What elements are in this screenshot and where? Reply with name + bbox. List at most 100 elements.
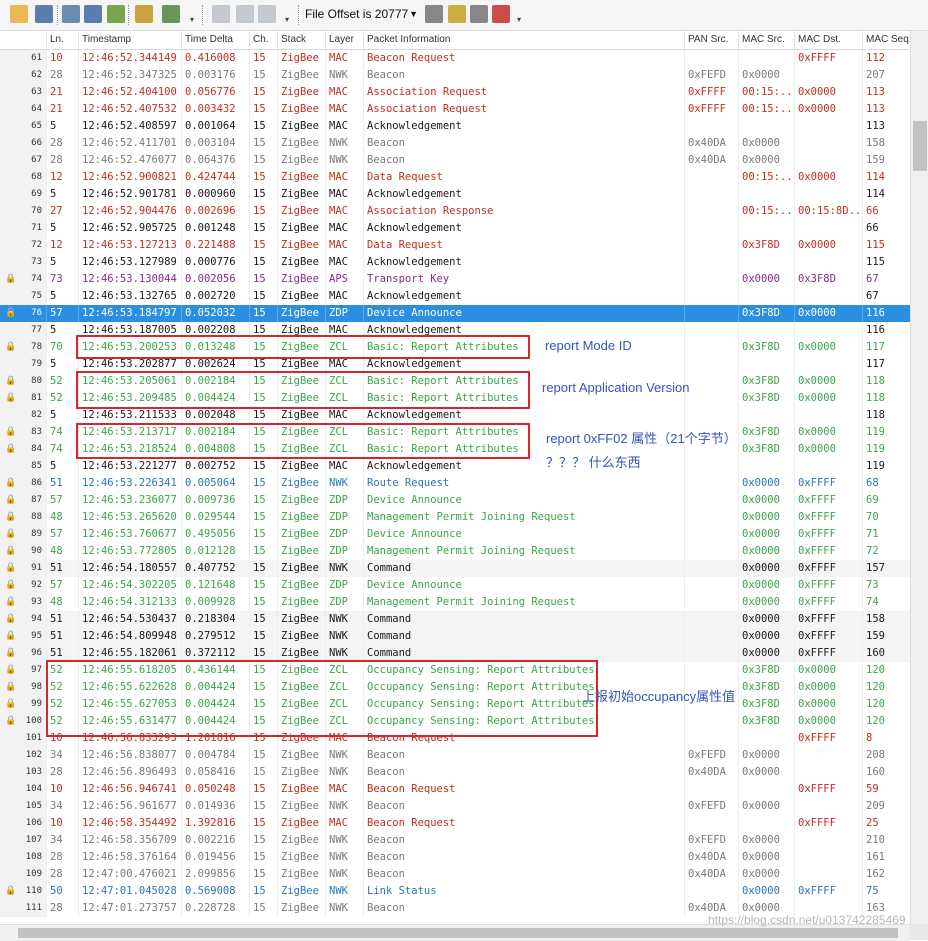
previous-icon[interactable] <box>236 5 254 23</box>
cell-pan <box>684 492 738 509</box>
vertical-scroll-thumb[interactable] <box>913 121 927 171</box>
column-header-mdst[interactable]: MAC Dst. <box>794 31 862 49</box>
table-row[interactable]: 🔒 74 73 12:46:53.130044 0.002056 15 ZigBee APS T… <box>0 271 910 288</box>
cell-msrc: 00:15:.. <box>738 84 794 101</box>
table-row[interactable]: 🔒 110 50 12:47:01.045028 0.569008 15 ZigBee NWK… <box>0 883 910 900</box>
cell-ch: 15 <box>249 101 277 118</box>
table-row[interactable]: 67 28 12:46:52.476077 0.064376 15 ZigBee NWK Be… <box>0 152 910 169</box>
cell-ln: 21 <box>46 101 78 118</box>
table-row[interactable]: 106 10 12:46:58.354492 1.392816 15 ZigBee MAC B… <box>0 815 910 832</box>
table-row[interactable]: 68 12 12:46:52.900821 0.424744 15 ZigBee MAC Da… <box>0 169 910 186</box>
cell-layer: NWK <box>325 883 363 900</box>
table-row[interactable]: 🔒 92 57 12:46:54.302205 0.121648 15 ZigBee ZDP D… <box>0 577 910 594</box>
table-row[interactable]: 61 10 12:46:52.344149 0.416008 15 ZigBee MAC Be… <box>0 50 910 67</box>
cell-idx: 🔒 93 <box>0 594 46 611</box>
table-row[interactable]: 63 21 12:46:52.404100 0.056776 15 ZigBee MAC As… <box>0 84 910 101</box>
column-header-info[interactable]: Packet Information <box>363 31 684 49</box>
table-row[interactable]: 85 5 12:46:53.221277 0.002752 15 ZigBee MAC Ack… <box>0 458 910 475</box>
cell-ts: 12:46:52.347325 <box>78 67 181 84</box>
table-row[interactable]: 🔒 89 57 12:46:53.760677 0.495056 15 ZigBee ZDP D… <box>0 526 910 543</box>
table-row[interactable]: 🔒 86 51 12:46:53.226341 0.005064 15 ZigBee NWK R… <box>0 475 910 492</box>
gear-icon[interactable] <box>162 5 180 23</box>
table-row[interactable]: 104 10 12:46:56.946741 0.050248 15 ZigBee MAC B… <box>0 781 910 798</box>
cell-msrc: 0x0000 <box>738 866 794 883</box>
column-header-stack[interactable]: Stack <box>277 31 325 49</box>
column-header-pan[interactable]: PAN Src. <box>684 31 738 49</box>
brush-icon[interactable] <box>135 5 153 23</box>
table-row[interactable]: 65 5 12:46:52.408597 0.001064 15 ZigBee MAC Ack… <box>0 118 910 135</box>
table-row[interactable]: 70 27 12:46:52.904476 0.002696 15 ZigBee MAC As… <box>0 203 910 220</box>
cell-mdst: 0xFFFF <box>794 509 862 526</box>
next-icon[interactable] <box>258 5 276 23</box>
table-row[interactable]: 108 28 12:46:58.376164 0.019456 15 ZigBee NWK B… <box>0 849 910 866</box>
filter-yellow-icon[interactable] <box>448 5 466 23</box>
table-row[interactable]: 71 5 12:46:52.905725 0.001248 15 ZigBee MAC Ack… <box>0 220 910 237</box>
table-row[interactable]: 64 21 12:46:52.407532 0.003432 15 ZigBee MAC As… <box>0 101 910 118</box>
save-file-icon[interactable] <box>35 5 53 23</box>
cell-mseq: 114 <box>862 186 910 203</box>
table-row[interactable]: 🔒 95 51 12:46:54.809948 0.279512 15 ZigBee NWK C… <box>0 628 910 645</box>
horizontal-scroll-thumb[interactable] <box>18 928 898 938</box>
cell-ts: 12:46:53.132765 <box>78 288 181 305</box>
scroll-corner <box>910 924 928 940</box>
columns-icon[interactable] <box>62 5 80 23</box>
cell-msrc: 0x0000 <box>738 67 794 84</box>
cell-td: 0.003176 <box>181 67 249 84</box>
cell-pan <box>684 645 738 662</box>
filter-clear-icon[interactable] <box>470 5 488 23</box>
cell-msrc: 00:15:.. <box>738 101 794 118</box>
cell-mseq: 113 <box>862 84 910 101</box>
cell-ts: 12:46:54.809948 <box>78 628 181 645</box>
table-row[interactable]: 62 28 12:46:52.347325 0.003176 15 ZigBee NWK Be… <box>0 67 910 84</box>
cell-ln: 50 <box>46 883 78 900</box>
cell-mdst: 0xFFFF <box>794 594 862 611</box>
cell-msrc <box>738 781 794 798</box>
table-row[interactable]: 🔒 93 48 12:46:54.312133 0.009928 15 ZigBee ZDP M… <box>0 594 910 611</box>
table-row[interactable]: 66 28 12:46:52.411701 0.003104 15 ZigBee NWK Be… <box>0 135 910 152</box>
vertical-scrollbar[interactable] <box>910 31 928 924</box>
table-row[interactable]: 109 28 12:47:00.476021 2.099856 15 ZigBee NWK B… <box>0 866 910 883</box>
chevron-down-icon[interactable]: ▾ <box>285 16 291 24</box>
lock-icon: 🔒 <box>5 546 17 556</box>
cell-msrc: 0x0000 <box>738 628 794 645</box>
export-icon[interactable] <box>107 5 125 23</box>
table-row[interactable]: 72 12 12:46:53.127213 0.221488 15 ZigBee MAC Da… <box>0 237 910 254</box>
cell-idx: 106 <box>0 815 46 832</box>
table-row[interactable]: 🔒 94 51 12:46:54.530437 0.218304 15 ZigBee NWK C… <box>0 611 910 628</box>
column-header-ln[interactable]: Ln. <box>46 31 78 49</box>
cell-idx: 68 <box>0 169 46 186</box>
table-row[interactable]: 75 5 12:46:53.132765 0.002720 15 ZigBee MAC Ack… <box>0 288 910 305</box>
table-row[interactable]: 🔒 88 48 12:46:53.265620 0.029544 15 ZigBee ZDP M… <box>0 509 910 526</box>
table-row[interactable]: 103 28 12:46:56.896493 0.058416 15 ZigBee NWK B… <box>0 764 910 781</box>
packet-details-icon[interactable] <box>84 5 102 23</box>
filter-icon[interactable] <box>425 5 443 23</box>
column-header-msrc[interactable]: MAC Src. <box>738 31 794 49</box>
column-header-ch[interactable]: Ch. <box>249 31 277 49</box>
table-row[interactable]: 🔒 91 51 12:46:54.180557 0.407752 15 ZigBee NWK C… <box>0 560 910 577</box>
cell-mdst: 0xFFFF <box>794 628 862 645</box>
copy-icon[interactable] <box>212 5 230 23</box>
filter-red-icon[interactable] <box>492 5 510 23</box>
chevron-down-icon[interactable]: ▾ <box>190 16 196 24</box>
table-row[interactable]: 105 34 12:46:56.961677 0.014936 15 ZigBee NWK B… <box>0 798 910 815</box>
lock-icon: 🔒 <box>5 665 17 675</box>
column-header-ts[interactable]: Timestamp <box>78 31 181 49</box>
table-row[interactable]: 82 5 12:46:53.211533 0.002048 15 ZigBee MAC Ack… <box>0 407 910 424</box>
table-row[interactable]: 102 34 12:46:56.838077 0.004784 15 ZigBee NWK B… <box>0 747 910 764</box>
cell-layer: MAC <box>325 815 363 832</box>
column-header-mseq[interactable]: MAC Seq. <box>862 31 910 49</box>
cell-mseq: 157 <box>862 560 910 577</box>
cell-idx: 105 <box>0 798 46 815</box>
table-row[interactable]: 🔒 76 57 12:46:53.184797 0.052032 15 ZigBee ZDP D… <box>0 305 910 322</box>
table-row[interactable]: 🔒 90 48 12:46:53.772805 0.012128 15 ZigBee ZDP M… <box>0 543 910 560</box>
column-header-td[interactable]: Time Delta <box>181 31 249 49</box>
cell-ln: 28 <box>46 866 78 883</box>
chevron-down-icon[interactable]: ▾ <box>517 16 523 24</box>
table-row[interactable]: 107 34 12:46:58.356709 0.002216 15 ZigBee NWK B… <box>0 832 910 849</box>
table-row[interactable]: 73 5 12:46:53.127989 0.000776 15 ZigBee MAC Ack… <box>0 254 910 271</box>
column-header-layer[interactable]: Layer <box>325 31 363 49</box>
file-offset-dropdown[interactable]: File Offset is 20777 ▼ <box>305 5 420 23</box>
table-row[interactable]: 🔒 87 57 12:46:53.236077 0.009736 15 ZigBee ZDP D… <box>0 492 910 509</box>
open-file-icon[interactable] <box>10 5 28 23</box>
table-row[interactable]: 69 5 12:46:52.901781 0.000960 15 ZigBee MAC Ack… <box>0 186 910 203</box>
